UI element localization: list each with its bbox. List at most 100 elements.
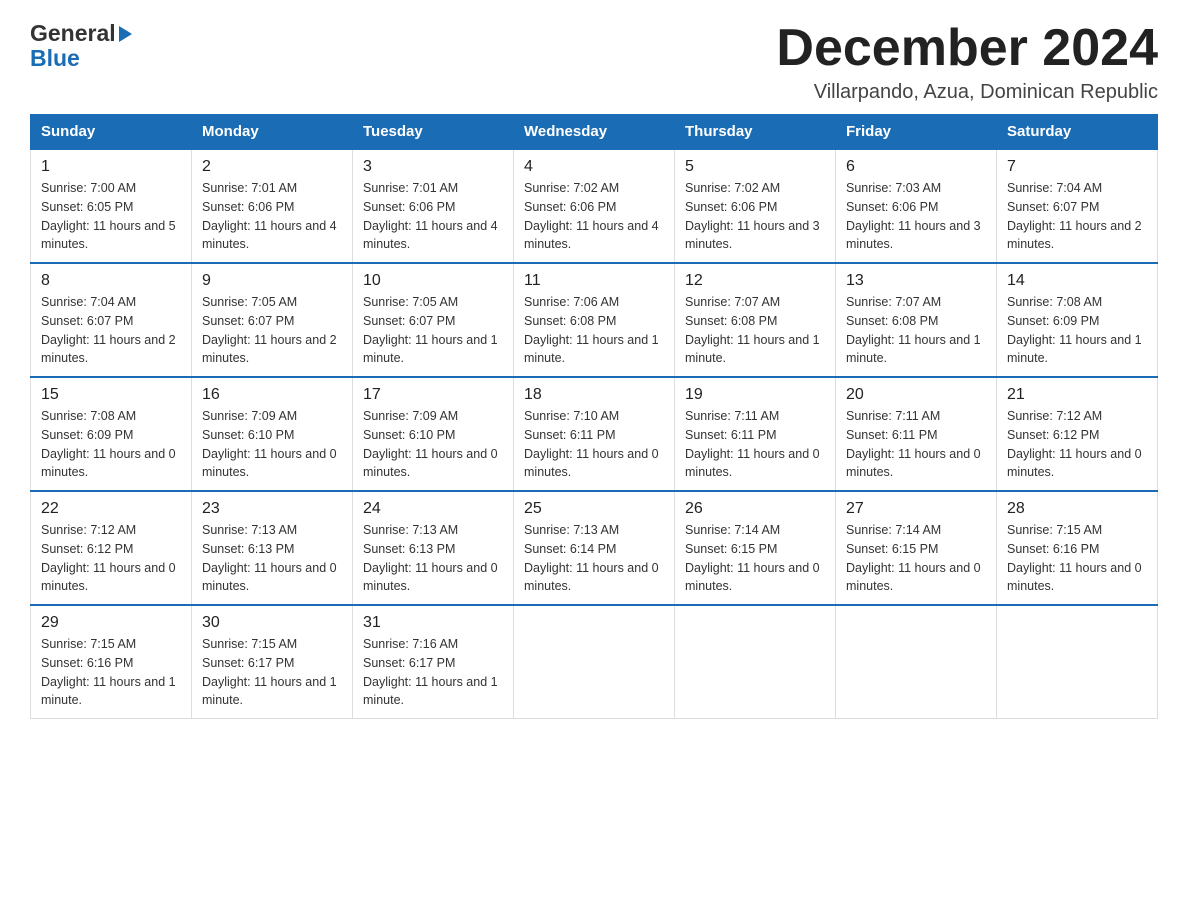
day-info: Sunrise: 7:10 AM Sunset: 6:11 PM Dayligh… — [524, 407, 664, 482]
day-info: Sunrise: 7:16 AM Sunset: 6:17 PM Dayligh… — [363, 635, 503, 710]
week-row-1: 1 Sunrise: 7:00 AM Sunset: 6:05 PM Dayli… — [31, 149, 1158, 263]
header: General Blue December 2024 Villarpando, … — [30, 20, 1158, 104]
calendar-cell: 9 Sunrise: 7:05 AM Sunset: 6:07 PM Dayli… — [192, 263, 353, 377]
logo-blue-text: Blue — [30, 45, 80, 72]
week-row-2: 8 Sunrise: 7:04 AM Sunset: 6:07 PM Dayli… — [31, 263, 1158, 377]
calendar-cell: 27 Sunrise: 7:14 AM Sunset: 6:15 PM Dayl… — [836, 491, 997, 605]
day-info: Sunrise: 7:12 AM Sunset: 6:12 PM Dayligh… — [41, 521, 181, 596]
day-info: Sunrise: 7:08 AM Sunset: 6:09 PM Dayligh… — [41, 407, 181, 482]
calendar-cell: 19 Sunrise: 7:11 AM Sunset: 6:11 PM Dayl… — [675, 377, 836, 491]
calendar-cell: 21 Sunrise: 7:12 AM Sunset: 6:12 PM Dayl… — [997, 377, 1158, 491]
day-info: Sunrise: 7:07 AM Sunset: 6:08 PM Dayligh… — [846, 293, 986, 368]
day-info: Sunrise: 7:15 AM Sunset: 6:17 PM Dayligh… — [202, 635, 342, 710]
day-number: 16 — [202, 386, 342, 404]
week-row-3: 15 Sunrise: 7:08 AM Sunset: 6:09 PM Dayl… — [31, 377, 1158, 491]
day-number: 9 — [202, 272, 342, 290]
day-number: 1 — [41, 158, 181, 176]
weekday-header-sunday: Sunday — [31, 115, 192, 150]
day-info: Sunrise: 7:04 AM Sunset: 6:07 PM Dayligh… — [41, 293, 181, 368]
day-info: Sunrise: 7:14 AM Sunset: 6:15 PM Dayligh… — [846, 521, 986, 596]
weekday-header-thursday: Thursday — [675, 115, 836, 150]
day-number: 23 — [202, 500, 342, 518]
day-number: 10 — [363, 272, 503, 290]
calendar-cell: 3 Sunrise: 7:01 AM Sunset: 6:06 PM Dayli… — [353, 149, 514, 263]
calendar-cell: 4 Sunrise: 7:02 AM Sunset: 6:06 PM Dayli… — [514, 149, 675, 263]
calendar-cell: 29 Sunrise: 7:15 AM Sunset: 6:16 PM Dayl… — [31, 605, 192, 719]
day-number: 4 — [524, 158, 664, 176]
calendar-cell: 22 Sunrise: 7:12 AM Sunset: 6:12 PM Dayl… — [31, 491, 192, 605]
day-number: 25 — [524, 500, 664, 518]
logo-general-text: General — [30, 20, 116, 47]
calendar-cell: 17 Sunrise: 7:09 AM Sunset: 6:10 PM Dayl… — [353, 377, 514, 491]
calendar-cell — [997, 605, 1158, 719]
day-number: 21 — [1007, 386, 1147, 404]
title-area: December 2024 Villarpando, Azua, Dominic… — [776, 20, 1158, 104]
day-number: 14 — [1007, 272, 1147, 290]
calendar-cell: 6 Sunrise: 7:03 AM Sunset: 6:06 PM Dayli… — [836, 149, 997, 263]
day-number: 22 — [41, 500, 181, 518]
day-info: Sunrise: 7:03 AM Sunset: 6:06 PM Dayligh… — [846, 179, 986, 254]
calendar-cell: 13 Sunrise: 7:07 AM Sunset: 6:08 PM Dayl… — [836, 263, 997, 377]
calendar-cell: 25 Sunrise: 7:13 AM Sunset: 6:14 PM Dayl… — [514, 491, 675, 605]
day-number: 17 — [363, 386, 503, 404]
calendar-cell: 26 Sunrise: 7:14 AM Sunset: 6:15 PM Dayl… — [675, 491, 836, 605]
calendar-cell: 28 Sunrise: 7:15 AM Sunset: 6:16 PM Dayl… — [997, 491, 1158, 605]
calendar-cell: 8 Sunrise: 7:04 AM Sunset: 6:07 PM Dayli… — [31, 263, 192, 377]
day-number: 27 — [846, 500, 986, 518]
day-number: 29 — [41, 614, 181, 632]
weekday-header-saturday: Saturday — [997, 115, 1158, 150]
day-number: 24 — [363, 500, 503, 518]
month-year-title: December 2024 — [776, 20, 1158, 77]
calendar-cell: 7 Sunrise: 7:04 AM Sunset: 6:07 PM Dayli… — [997, 149, 1158, 263]
day-info: Sunrise: 7:13 AM Sunset: 6:13 PM Dayligh… — [202, 521, 342, 596]
day-number: 26 — [685, 500, 825, 518]
location-subtitle: Villarpando, Azua, Dominican Republic — [776, 81, 1158, 104]
calendar-cell: 31 Sunrise: 7:16 AM Sunset: 6:17 PM Dayl… — [353, 605, 514, 719]
day-info: Sunrise: 7:02 AM Sunset: 6:06 PM Dayligh… — [524, 179, 664, 254]
day-number: 30 — [202, 614, 342, 632]
logo: General Blue — [30, 20, 132, 72]
calendar-cell: 1 Sunrise: 7:00 AM Sunset: 6:05 PM Dayli… — [31, 149, 192, 263]
week-row-4: 22 Sunrise: 7:12 AM Sunset: 6:12 PM Dayl… — [31, 491, 1158, 605]
calendar-table: SundayMondayTuesdayWednesdayThursdayFrid… — [30, 114, 1158, 719]
weekday-header-friday: Friday — [836, 115, 997, 150]
weekday-header-row: SundayMondayTuesdayWednesdayThursdayFrid… — [31, 115, 1158, 150]
day-info: Sunrise: 7:01 AM Sunset: 6:06 PM Dayligh… — [363, 179, 503, 254]
day-number: 5 — [685, 158, 825, 176]
week-row-5: 29 Sunrise: 7:15 AM Sunset: 6:16 PM Dayl… — [31, 605, 1158, 719]
day-info: Sunrise: 7:01 AM Sunset: 6:06 PM Dayligh… — [202, 179, 342, 254]
day-info: Sunrise: 7:12 AM Sunset: 6:12 PM Dayligh… — [1007, 407, 1147, 482]
day-number: 2 — [202, 158, 342, 176]
day-info: Sunrise: 7:15 AM Sunset: 6:16 PM Dayligh… — [41, 635, 181, 710]
day-number: 13 — [846, 272, 986, 290]
day-info: Sunrise: 7:02 AM Sunset: 6:06 PM Dayligh… — [685, 179, 825, 254]
calendar-cell: 15 Sunrise: 7:08 AM Sunset: 6:09 PM Dayl… — [31, 377, 192, 491]
day-number: 12 — [685, 272, 825, 290]
day-info: Sunrise: 7:09 AM Sunset: 6:10 PM Dayligh… — [363, 407, 503, 482]
day-info: Sunrise: 7:14 AM Sunset: 6:15 PM Dayligh… — [685, 521, 825, 596]
weekday-header-tuesday: Tuesday — [353, 115, 514, 150]
logo-triangle-icon — [119, 26, 132, 42]
day-info: Sunrise: 7:05 AM Sunset: 6:07 PM Dayligh… — [363, 293, 503, 368]
day-number: 11 — [524, 272, 664, 290]
calendar-cell: 16 Sunrise: 7:09 AM Sunset: 6:10 PM Dayl… — [192, 377, 353, 491]
calendar-cell: 20 Sunrise: 7:11 AM Sunset: 6:11 PM Dayl… — [836, 377, 997, 491]
day-number: 7 — [1007, 158, 1147, 176]
day-number: 19 — [685, 386, 825, 404]
calendar-cell: 23 Sunrise: 7:13 AM Sunset: 6:13 PM Dayl… — [192, 491, 353, 605]
calendar-cell: 11 Sunrise: 7:06 AM Sunset: 6:08 PM Dayl… — [514, 263, 675, 377]
day-info: Sunrise: 7:15 AM Sunset: 6:16 PM Dayligh… — [1007, 521, 1147, 596]
day-info: Sunrise: 7:07 AM Sunset: 6:08 PM Dayligh… — [685, 293, 825, 368]
weekday-header-monday: Monday — [192, 115, 353, 150]
day-number: 20 — [846, 386, 986, 404]
calendar-cell: 5 Sunrise: 7:02 AM Sunset: 6:06 PM Dayli… — [675, 149, 836, 263]
day-number: 8 — [41, 272, 181, 290]
day-number: 15 — [41, 386, 181, 404]
day-info: Sunrise: 7:09 AM Sunset: 6:10 PM Dayligh… — [202, 407, 342, 482]
day-number: 31 — [363, 614, 503, 632]
calendar-cell: 10 Sunrise: 7:05 AM Sunset: 6:07 PM Dayl… — [353, 263, 514, 377]
day-info: Sunrise: 7:05 AM Sunset: 6:07 PM Dayligh… — [202, 293, 342, 368]
calendar-cell: 2 Sunrise: 7:01 AM Sunset: 6:06 PM Dayli… — [192, 149, 353, 263]
calendar-cell — [514, 605, 675, 719]
day-info: Sunrise: 7:13 AM Sunset: 6:13 PM Dayligh… — [363, 521, 503, 596]
